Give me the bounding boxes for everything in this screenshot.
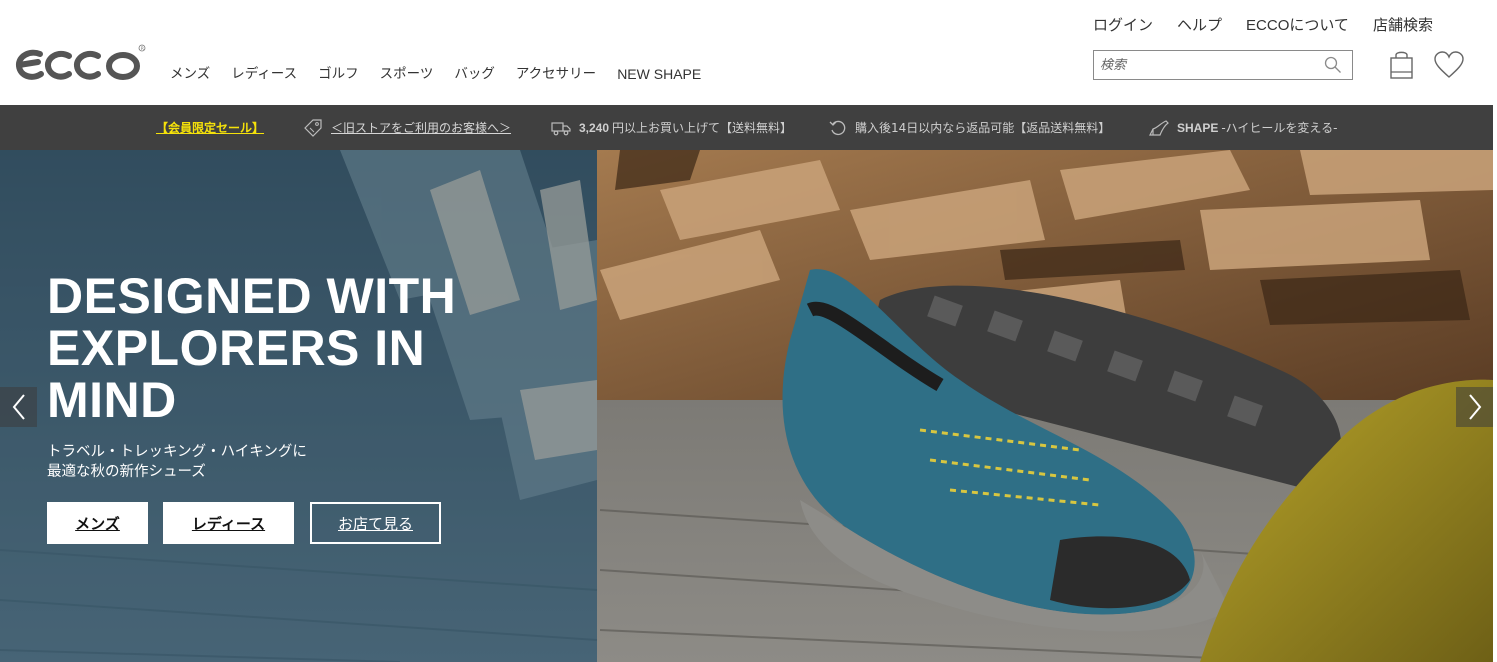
shape-name: SHAPE: [1177, 120, 1219, 135]
heart-icon[interactable]: [1434, 51, 1464, 79]
tag-icon: [304, 118, 322, 137]
login-link[interactable]: ログイン: [1093, 16, 1153, 35]
search-icon[interactable]: [1324, 56, 1342, 74]
hero-title-line-1: DESIGNED WITH: [47, 268, 457, 324]
svg-text:R: R: [141, 46, 144, 52]
free-shipping-notice: 3,240 円以上お買い上げて【送料無料】: [551, 105, 792, 150]
nav-bags[interactable]: バッグ: [454, 66, 495, 82]
old-store-link[interactable]: ＜旧ストアをご利用のお客様へ＞: [331, 119, 511, 136]
heel-shoe-icon: [1149, 119, 1169, 136]
nav-ladies[interactable]: レディース: [231, 66, 297, 82]
hero-title-line-3: MIND: [47, 372, 177, 428]
search-input[interactable]: [1094, 51, 1314, 79]
nav-golf[interactable]: ゴルフ: [318, 66, 359, 82]
chevron-left-icon: [12, 394, 25, 420]
shipping-amount: 3,240: [579, 120, 610, 135]
member-sale-link[interactable]: 【会員限定セール】: [156, 105, 264, 150]
hero-title-line-2: EXPLORERS IN: [47, 320, 426, 376]
about-ecco-link[interactable]: ECCOについて: [1246, 16, 1349, 35]
returns-text: 購入後14日以内なら返品可能【返品送料無料】: [855, 121, 1111, 135]
about-ecco-suffix: について: [1289, 16, 1349, 34]
carousel-prev-button[interactable]: [0, 387, 37, 427]
chevron-right-icon: [1468, 394, 1481, 420]
store-locator-link[interactable]: 店舗検索: [1373, 16, 1433, 35]
shopping-bag-icon[interactable]: [1389, 50, 1414, 80]
promo-bar: 【会員限定セール】 ＜旧ストアをご利用のお客様へ＞ 3,240 円以上お買い上げて…: [0, 105, 1493, 150]
hero-subtitle-line-2: 最適な秋の新作シューズ: [47, 464, 206, 480]
ecco-logo[interactable]: R: [14, 42, 146, 84]
hero-subtitle: トラベル・トレッキング・ハイキングに 最適な秋の新作シューズ: [47, 442, 447, 482]
carousel-next-button[interactable]: [1456, 387, 1493, 427]
old-store-notice: ＜旧ストアをご利用のお客様へ＞: [303, 105, 511, 150]
site-header: R メンズ レディース ゴルフ スポーツ バッグ アクセサリー NEW SHAP…: [0, 0, 1493, 105]
hero-title: DESIGNED WITH EXPLORERS IN MIND: [47, 270, 567, 426]
search-box: [1093, 50, 1353, 80]
hero-banner: DESIGNED WITH EXPLORERS IN MIND トラベル・トレッ…: [0, 150, 1493, 662]
shipping-text: 円以上お買い上げて【送料無料】: [612, 121, 793, 135]
nav-mens[interactable]: メンズ: [170, 66, 210, 82]
nav-new-shape[interactable]: NEW SHAPE: [617, 66, 701, 82]
truck-icon: [551, 121, 571, 135]
help-link[interactable]: ヘルプ: [1177, 16, 1222, 35]
hero-store-button[interactable]: お店て見る: [310, 502, 441, 544]
nav-accessories[interactable]: アクセサリー: [516, 66, 596, 82]
returns-notice: 購入後14日以内なら返品可能【返品送料無料】: [829, 105, 1110, 150]
about-ecco-prefix: ECCO: [1246, 17, 1290, 34]
ecco-logo-mark: R: [16, 44, 146, 80]
utility-nav: ログイン ヘルプ ECCOについて 店舗検索: [1093, 16, 1457, 35]
hero-subtitle-line-1: トラベル・トレッキング・ハイキングに: [47, 444, 307, 460]
hero-ladies-button[interactable]: レディース: [163, 502, 294, 544]
shape-text: -ハイヒールを変える-: [1221, 121, 1338, 135]
nav-sports[interactable]: スポーツ: [380, 66, 434, 82]
hero-mens-button[interactable]: メンズ: [47, 502, 148, 544]
return-icon: [829, 120, 846, 135]
shape-notice: SHAPE -ハイヒールを変える-: [1149, 105, 1337, 150]
main-nav: メンズ レディース ゴルフ スポーツ バッグ アクセサリー NEW SHAPE: [170, 66, 722, 82]
